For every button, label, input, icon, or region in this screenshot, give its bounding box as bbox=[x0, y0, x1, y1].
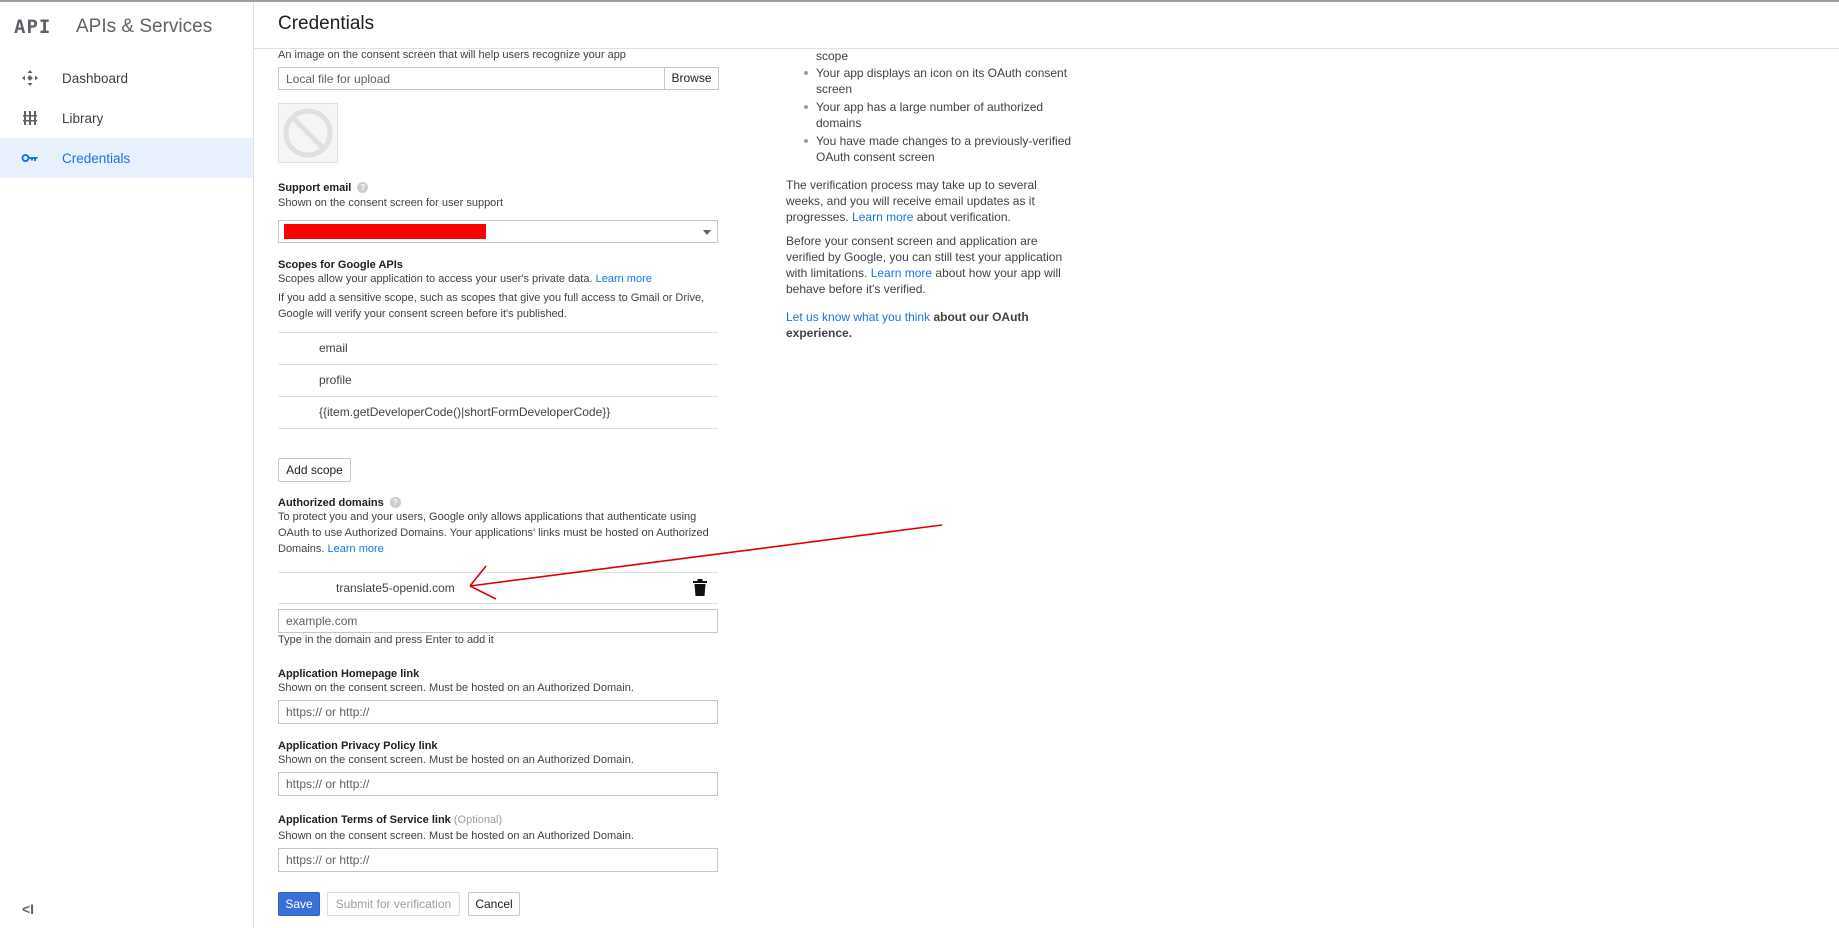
sidebar-item-dashboard[interactable]: Dashboard bbox=[0, 58, 253, 98]
domain-input-help: Type in the domain and press Enter to ad… bbox=[278, 634, 494, 646]
sidebar-item-label: Credentials bbox=[62, 150, 131, 166]
scope-row: email bbox=[278, 333, 718, 365]
scopes-sensitive-help-1: If you add a sensitive scope, such as sc… bbox=[278, 292, 705, 304]
privacy-label: Application Privacy Policy link bbox=[278, 740, 438, 752]
feedback-link[interactable]: Let us know what you think bbox=[786, 310, 930, 324]
domains-help-3-text: Domains. bbox=[278, 543, 325, 555]
logo-help: An image on the consent screen that will… bbox=[278, 49, 626, 61]
terms-label: Application Terms of Service link (Optio… bbox=[278, 814, 502, 826]
scopes-help-text: Scopes allow your application to access … bbox=[278, 273, 593, 285]
scope-row: {{item.getDeveloperCode()|shortFormDevel… bbox=[278, 397, 718, 429]
domain-input[interactable]: example.com bbox=[278, 609, 718, 633]
sidebar-item-label: Library bbox=[62, 110, 104, 126]
cancel-button[interactable]: Cancel bbox=[468, 892, 520, 916]
scopes-label: Scopes for Google APIs bbox=[278, 259, 403, 271]
bullet-continuation: scope bbox=[816, 49, 849, 63]
authorized-domains-label-text: Authorized domains bbox=[278, 497, 384, 509]
submit-for-verification-button[interactable]: Submit for verification bbox=[327, 892, 460, 916]
support-email-help: Shown on the consent screen for user sup… bbox=[278, 197, 504, 209]
sidebar-item-label: Dashboard bbox=[62, 70, 129, 86]
support-email-label: Support email? bbox=[278, 182, 369, 194]
dashboard-icon bbox=[20, 68, 40, 88]
para1-tail: about verification. bbox=[916, 210, 1011, 224]
scope-row: profile bbox=[278, 365, 718, 397]
domains-help-3: Domains. Learn more bbox=[278, 541, 384, 557]
trash-icon[interactable] bbox=[693, 579, 707, 599]
brand[interactable]: API APIs & Services bbox=[14, 14, 212, 40]
testing-learn-more-link[interactable]: Learn more bbox=[871, 266, 932, 280]
scopes-learn-more-link[interactable]: Learn more bbox=[596, 273, 652, 285]
collapse-sidebar-icon[interactable]: <I bbox=[22, 901, 34, 917]
optional-tag: (Optional) bbox=[453, 814, 503, 826]
terms-label-text: Application Terms of Service link bbox=[278, 814, 451, 826]
app-title: APIs & Services bbox=[76, 16, 213, 37]
help-icon[interactable]: ? bbox=[389, 497, 401, 508]
terms-input[interactable]: https:// or http:// bbox=[278, 848, 718, 872]
sidebar-item-library[interactable]: Library bbox=[0, 98, 253, 138]
feedback-line: Let us know what you think about our OAu… bbox=[786, 309, 1076, 341]
authorized-domains-label: Authorized domains? bbox=[278, 497, 401, 509]
domains-help-1: To protect you and your users, Google on… bbox=[278, 511, 697, 523]
logo-file-input[interactable]: Local file for upload bbox=[278, 67, 665, 90]
list-item: You have made changes to a previously-ve… bbox=[804, 133, 1078, 165]
verification-learn-more-link[interactable]: Learn more bbox=[852, 210, 913, 224]
no-image-icon bbox=[283, 108, 333, 158]
domain-value: translate5-openid.com bbox=[336, 581, 455, 595]
add-scope-button[interactable]: Add scope bbox=[278, 458, 351, 482]
browse-button[interactable]: Browse bbox=[664, 67, 719, 90]
save-button[interactable]: Save bbox=[278, 892, 320, 916]
scopes-help: Scopes allow your application to access … bbox=[278, 271, 652, 287]
page-title: Credentials bbox=[278, 13, 375, 34]
sidebar-item-credentials[interactable]: Credentials bbox=[0, 138, 253, 178]
list-item: Your app displays an icon on its OAuth c… bbox=[804, 65, 1078, 97]
support-email-select[interactable] bbox=[278, 220, 718, 243]
library-icon bbox=[20, 108, 40, 128]
key-icon bbox=[20, 148, 40, 168]
domains-help-2: OAuth to use Authorized Domains. Your ap… bbox=[278, 527, 709, 539]
page-header: Credentials bbox=[254, 2, 1839, 49]
domains-learn-more-link[interactable]: Learn more bbox=[328, 543, 384, 555]
verification-paragraph: The verification process may take up to … bbox=[786, 177, 1076, 225]
privacy-input[interactable]: https:// or http:// bbox=[278, 772, 718, 796]
list-item: Your app has a large number of authorize… bbox=[804, 99, 1078, 131]
logo-placeholder-image bbox=[278, 103, 338, 163]
domain-row: translate5-openid.com bbox=[278, 572, 718, 604]
privacy-help: Shown on the consent screen. Must be hos… bbox=[278, 754, 634, 766]
homepage-input[interactable]: https:// or http:// bbox=[278, 700, 718, 724]
scopes-sensitive-help-2: Google will verify your consent screen b… bbox=[278, 308, 567, 320]
sidebar: API APIs & Services Dashboard Library Cr… bbox=[0, 2, 254, 928]
sidebar-nav: Dashboard Library Credentials bbox=[0, 58, 253, 178]
homepage-help: Shown on the consent screen. Must be hos… bbox=[278, 682, 634, 694]
api-logo: API bbox=[14, 16, 52, 38]
homepage-label: Application Homepage link bbox=[278, 668, 420, 680]
help-icon[interactable]: ? bbox=[357, 182, 369, 193]
chevron-down-icon bbox=[703, 230, 711, 235]
redaction-box bbox=[284, 224, 486, 239]
support-email-label-text: Support email bbox=[278, 182, 352, 194]
terms-help: Shown on the consent screen. Must be hos… bbox=[278, 830, 634, 842]
testing-paragraph: Before your consent screen and applicati… bbox=[786, 233, 1076, 297]
